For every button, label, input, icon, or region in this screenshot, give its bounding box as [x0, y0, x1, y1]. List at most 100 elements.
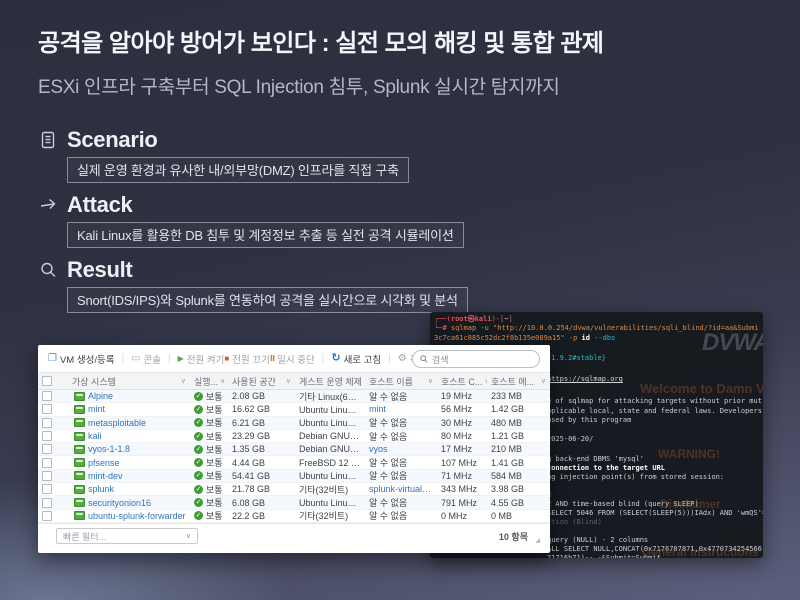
vm-table-row[interactable]: pfsense✓보통4.44 GBFreeBSD 12 이상 ...알 수 없음… — [38, 456, 550, 469]
vm-status-cell: ✓보통 — [190, 443, 228, 456]
host-mem-cell: 1.41 GB — [487, 458, 550, 468]
column-header-label: 게스트 운영 체제 — [299, 375, 362, 388]
vm-table-row[interactable]: vyos-1-1.8✓보통1.35 GBDebian GNU/Linux...v… — [38, 443, 550, 456]
status-ok-icon: ✓ — [194, 432, 203, 441]
toolbar-console-button[interactable]: ▭콘솔 — [131, 352, 161, 366]
vm-table-row[interactable]: mint-dev✓보통54.41 GBUbuntu Linux(64비...알 … — [38, 470, 550, 483]
vm-name-link[interactable]: Alpine — [88, 391, 113, 401]
host-cpu-cell: 17 MHz — [437, 444, 487, 454]
column-header-4[interactable]: 게스트 운영 체제∨ — [295, 375, 365, 388]
host-name-cell: 알 수 없음 — [365, 496, 437, 509]
terminal-span: sqlmap -u — [451, 324, 493, 332]
row-checkbox[interactable] — [42, 444, 52, 454]
row-checkbox[interactable] — [42, 431, 52, 441]
status-ok-icon: ✓ — [194, 471, 203, 480]
toolbar-power-on-button[interactable]: ▶전원 켜기 — [178, 352, 225, 366]
vm-table-row[interactable]: securityonion16✓보통6.08 GBUbuntu Linux(64… — [38, 496, 550, 509]
status-ok-icon: ✓ — [194, 445, 203, 454]
dvwa-logo: DVWA — [702, 338, 763, 347]
host-mem-cell: 1.42 GB — [487, 404, 550, 414]
vm-name-cell: Alpine — [68, 391, 190, 401]
toolbar-vm-create-button[interactable]: ❐VM 생성/등록 — [48, 352, 114, 366]
vm-status-label: 보통 — [206, 509, 223, 522]
vm-name-link[interactable]: mint-dev — [88, 471, 123, 481]
column-header-3[interactable]: 사용된 공간∨ — [228, 375, 295, 388]
vm-name-link[interactable]: splunk — [88, 484, 114, 494]
vm-add-icon: ❐ — [48, 354, 57, 364]
toolbar-refresh-button[interactable]: ↻새로 고침 — [331, 352, 381, 366]
vm-name-link[interactable]: pfsense — [88, 458, 120, 468]
column-header-6[interactable]: 호스트 C...∨ — [437, 375, 487, 388]
vm-name-link[interactable]: kali — [88, 431, 102, 441]
row-checkbox[interactable] — [42, 471, 52, 481]
row-checkbox[interactable] — [42, 498, 52, 508]
row-checkbox[interactable] — [42, 404, 52, 414]
vm-status-label: 보통 — [206, 443, 223, 456]
vm-name-link[interactable]: vyos-1-1.8 — [88, 444, 130, 454]
used-space-cell: 6.08 GB — [228, 498, 295, 508]
column-header-1[interactable]: 가상 시스템∨ — [68, 375, 190, 388]
column-header-5[interactable]: 호스트 이름∨ — [365, 375, 437, 388]
vm-name-cell: mint — [68, 404, 190, 414]
host-mem-cell: 480 MB — [487, 418, 550, 428]
vm-status-cell: ✓보통 — [190, 456, 228, 469]
vm-name-link[interactable]: ubuntu-splunk-forwarder — [88, 511, 186, 521]
suspend-icon: Ⅱ — [270, 355, 274, 363]
esxi-vm-window: ❐VM 생성/등록|▭콘솔|▶전원 켜기■전원 끄기Ⅱ일시 중단|↻새로 고침|… — [38, 345, 550, 553]
host-name-cell: 알 수 없음 — [365, 390, 437, 403]
vm-table-row[interactable]: metasploitable✓보통6.21 GBUbuntu Linux(32비… — [38, 417, 550, 430]
row-checkbox[interactable] — [42, 484, 52, 494]
toolbar-power-off-button[interactable]: ■전원 끄기 — [224, 352, 269, 366]
row-checkbox[interactable] — [42, 458, 52, 468]
vm-table-header: 가상 시스템∨실행...∨사용된 공간∨게스트 운영 체제∨호스트 이름∨호스트… — [38, 372, 550, 390]
toolbar-button-label: 새로 고침 — [344, 352, 382, 366]
host-name-cell[interactable]: vyos — [365, 444, 437, 454]
vm-name-link[interactable]: metasploitable — [88, 418, 146, 428]
host-name-cell[interactable]: splunk-virtual-mac... — [365, 484, 437, 494]
vm-table-row[interactable]: splunk✓보통21.78 GB기타(32비트)splunk-virtual-… — [38, 483, 550, 496]
column-header-7[interactable]: 호스트 메...∨ — [487, 375, 550, 388]
vm-name-link[interactable]: mint — [88, 404, 105, 414]
checkbox-icon — [42, 376, 52, 386]
section-description: Kali Linux를 활용한 DB 침투 및 계정정보 추출 등 실전 공격 … — [67, 222, 464, 248]
search-input[interactable]: 검색 — [412, 350, 540, 368]
vm-table-row[interactable]: kali✓보통23.29 GBDebian GNU/Linux...알 수 없음… — [38, 430, 550, 443]
resize-handle-icon[interactable]: ◢ — [535, 537, 540, 544]
row-checkbox[interactable] — [42, 391, 52, 401]
vm-table-row[interactable]: Alpine✓보통2.08 GB기타 Linux(64비트)알 수 없음19 M… — [38, 390, 550, 403]
vm-table-row[interactable]: ubuntu-splunk-forwarder✓보통22.2 GB기타(32비트… — [38, 510, 550, 523]
terminal-span: # — [442, 324, 450, 332]
vm-table-row[interactable]: mint✓보통16.62 GBUbuntu Linux(64비...mint56… — [38, 403, 550, 416]
vm-icon — [74, 445, 85, 454]
host-mem-cell: 233 MB — [487, 391, 550, 401]
terminal-span: ] — [508, 315, 512, 323]
row-checkbox-cell — [38, 444, 68, 454]
chevron-down-icon: ∨ — [181, 377, 186, 385]
chevron-down-icon: ∨ — [186, 532, 191, 540]
vm-name-link[interactable]: securityonion16 — [88, 498, 151, 508]
vm-icon — [74, 498, 85, 507]
row-checkbox[interactable] — [42, 418, 52, 428]
vm-status-cell: ✓보통 — [190, 483, 228, 496]
terminal-line: ction (Blind) — [547, 518, 763, 527]
quick-filter-label: 빠른 필터... — [63, 530, 106, 543]
toolbar-separator: | — [322, 353, 325, 364]
used-space-cell: 2.08 GB — [228, 391, 295, 401]
host-name-cell[interactable]: mint — [365, 404, 437, 414]
console-icon: ▭ — [131, 354, 140, 364]
terminal-span: root㉿kali — [451, 315, 492, 323]
vm-filter-bar: 빠른 필터... ∨ 10 항목 ◢ — [38, 523, 550, 549]
select-all-checkbox[interactable] — [38, 376, 68, 386]
quick-filter-select[interactable]: 빠른 필터... ∨ — [56, 528, 198, 544]
toolbar-suspend-button[interactable]: Ⅱ일시 중단 — [270, 352, 315, 366]
row-checkbox[interactable] — [42, 511, 52, 521]
terminal-span: 3c7ca61c885c52dc2f8b135e089a15" — [434, 334, 569, 342]
terminal-line: ng injection point(s) from stored sessio… — [547, 473, 763, 482]
guest-os-cell: Ubuntu Linux(32비... — [295, 416, 365, 429]
guest-os-cell: 기타 Linux(64비트) — [295, 390, 365, 403]
column-header-2[interactable]: 실행...∨ — [190, 375, 228, 388]
vm-table-body: Alpine✓보통2.08 GB기타 Linux(64비트)알 수 없음19 M… — [38, 390, 550, 523]
used-space-cell: 1.35 GB — [228, 444, 295, 454]
vm-status-label: 보통 — [206, 416, 223, 429]
vm-name-cell: securityonion16 — [68, 498, 190, 508]
